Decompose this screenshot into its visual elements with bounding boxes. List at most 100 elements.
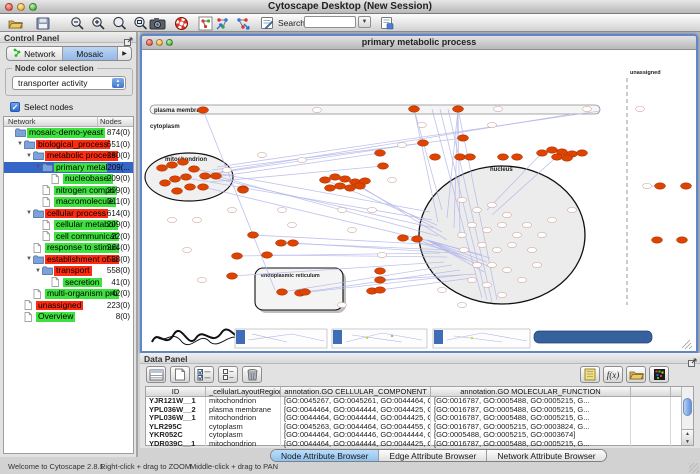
network-node[interactable] (412, 236, 423, 242)
network-node[interactable] (181, 174, 192, 180)
network-node-pale[interactable] (458, 197, 467, 202)
network-node[interactable] (409, 106, 420, 112)
network-node[interactable] (398, 235, 409, 241)
tree-row-response-to-stimulu[interactable]: response to stimulu264(0) (4, 242, 133, 254)
network-node-pale[interactable] (508, 242, 517, 247)
network-node-pale[interactable] (493, 247, 502, 252)
tree-row-transport[interactable]: ▼transport558(0) (4, 265, 133, 277)
network-node-pale[interactable] (418, 122, 427, 127)
network-node[interactable] (200, 173, 211, 179)
enhanced-search-icon[interactable] (378, 15, 396, 31)
network-node-pale[interactable] (528, 247, 537, 252)
column-header[interactable]: ID (146, 387, 206, 396)
network-node-pale[interactable] (494, 106, 503, 111)
network-node-pale[interactable] (313, 107, 322, 112)
network-node-pale[interactable] (278, 207, 287, 212)
column-header[interactable]: annotation.GO CELLULAR_COMPONENT (281, 387, 431, 396)
tree-row-cell-communicat[interactable]: cell communicat22(0) (4, 231, 133, 243)
save-icon[interactable] (34, 15, 52, 31)
network-node[interactable] (677, 237, 688, 243)
tree-row-cellular-process[interactable]: ▼cellular process614(0) (4, 208, 133, 220)
search-dropdown-arrow[interactable]: ▼ (358, 16, 371, 28)
network-node[interactable] (453, 106, 464, 112)
tree-row-nucleobase-[interactable]: nucleobase-209(0) (4, 173, 133, 185)
network-node-pale[interactable] (288, 222, 297, 227)
tab-network[interactable]: Network (7, 47, 63, 60)
table-row[interactable]: YLR295Ccytoplasm[GO:0045263, GO:0044464,… (146, 423, 693, 432)
network-node-pale[interactable] (458, 302, 467, 307)
network-node[interactable] (167, 162, 178, 168)
network-node[interactable] (335, 183, 346, 189)
network-node-pale[interactable] (298, 157, 307, 162)
network-node[interactable] (360, 178, 371, 184)
delete-attribute-icon[interactable] (242, 366, 262, 383)
network-node[interactable] (375, 268, 386, 274)
network-node-pale[interactable] (548, 217, 557, 222)
disclosure-triangle-icon[interactable]: ▼ (25, 210, 33, 216)
tree-row-biological-process[interactable]: ▼biological_process651(0) (4, 139, 133, 151)
column-header[interactable] (631, 387, 671, 396)
matrix-view-icon[interactable] (649, 366, 669, 383)
network-node-pale[interactable] (460, 247, 469, 252)
network-node-pale[interactable] (538, 232, 547, 237)
network-node[interactable] (345, 185, 356, 191)
network-node-pale[interactable] (338, 207, 347, 212)
tree-row-unassigned[interactable]: unassigned223(0) (4, 300, 133, 312)
network-node-pale[interactable] (498, 292, 507, 297)
network-node[interactable] (325, 185, 336, 191)
network-node[interactable] (189, 166, 200, 172)
network-node[interactable] (160, 180, 171, 186)
network-node-pale[interactable] (183, 247, 192, 252)
open-icon[interactable] (6, 15, 24, 31)
table-row[interactable]: YDR039C__1mitochondrion[GO:0044464, GO:0… (146, 440, 693, 449)
network-node[interactable] (198, 107, 209, 113)
network-node-pale[interactable] (503, 267, 512, 272)
network-node[interactable] (418, 140, 429, 146)
network-node[interactable] (340, 176, 351, 182)
network-overview-icon[interactable] (196, 15, 214, 31)
network-node[interactable] (300, 289, 311, 295)
network-node[interactable] (178, 159, 189, 165)
table-row[interactable]: YJR121W__1mitochondrion[GO:0045267, GO:0… (146, 397, 693, 406)
network-node-pale[interactable] (568, 207, 577, 212)
import-network-icon[interactable] (214, 15, 232, 31)
zoom-in-icon[interactable] (89, 15, 107, 31)
tab-mosaic[interactable]: Mosaic (63, 47, 119, 60)
network-node[interactable] (455, 154, 466, 160)
network-node[interactable] (185, 184, 196, 190)
network-node-pale[interactable] (503, 212, 512, 217)
network-node-pale[interactable] (488, 122, 497, 127)
network-node-pale[interactable] (473, 207, 482, 212)
tree-row-secretion[interactable]: secretion41(0) (4, 277, 133, 289)
network-node-pale[interactable] (523, 222, 532, 227)
tree-row-primary-metabol[interactable]: ▼primary metabol209(... (4, 162, 133, 174)
column-header[interactable]: _cellularLayoutRegion (206, 387, 281, 396)
network-node-pale[interactable] (533, 262, 542, 267)
network-node-pale[interactable] (643, 183, 652, 188)
scrollbar-thumb[interactable] (683, 398, 692, 416)
network-node[interactable] (562, 155, 573, 161)
attribute-table-icon[interactable] (146, 366, 166, 383)
table-scrollbar[interactable]: ▲▼ (681, 387, 693, 445)
export-network-icon[interactable] (234, 15, 252, 31)
network-node[interactable] (157, 165, 168, 171)
table-row[interactable]: YPL036W__2plasma membrane[GO:0044464, GO… (146, 406, 693, 415)
resize-grip[interactable] (689, 463, 699, 473)
network-node-pale[interactable] (468, 277, 477, 282)
scrollbar-arrows[interactable]: ▲▼ (682, 429, 693, 445)
network-view-titlebar[interactable]: primary metabolic process (142, 36, 696, 50)
tree-row-macromolecule[interactable]: macromolecule311(0) (4, 196, 133, 208)
network-node-pale[interactable] (378, 252, 387, 257)
tree-row-establishment-of-lo[interactable]: ▼establishment of lo558(0) (4, 254, 133, 266)
network-node-pale[interactable] (193, 217, 202, 222)
tree-row-overview[interactable]: Overview8(0) (4, 311, 133, 323)
network-node-pale[interactable] (338, 302, 347, 307)
zoom-out-icon[interactable] (68, 15, 86, 31)
network-node[interactable] (170, 176, 181, 182)
network-node[interactable] (577, 150, 588, 156)
column-header[interactable]: annotation.GO MOLECULAR_FUNCTION (431, 387, 631, 396)
network-node-pale[interactable] (483, 282, 492, 287)
network-node[interactable] (652, 237, 663, 243)
network-node[interactable] (375, 287, 386, 293)
network-node[interactable] (430, 154, 441, 160)
